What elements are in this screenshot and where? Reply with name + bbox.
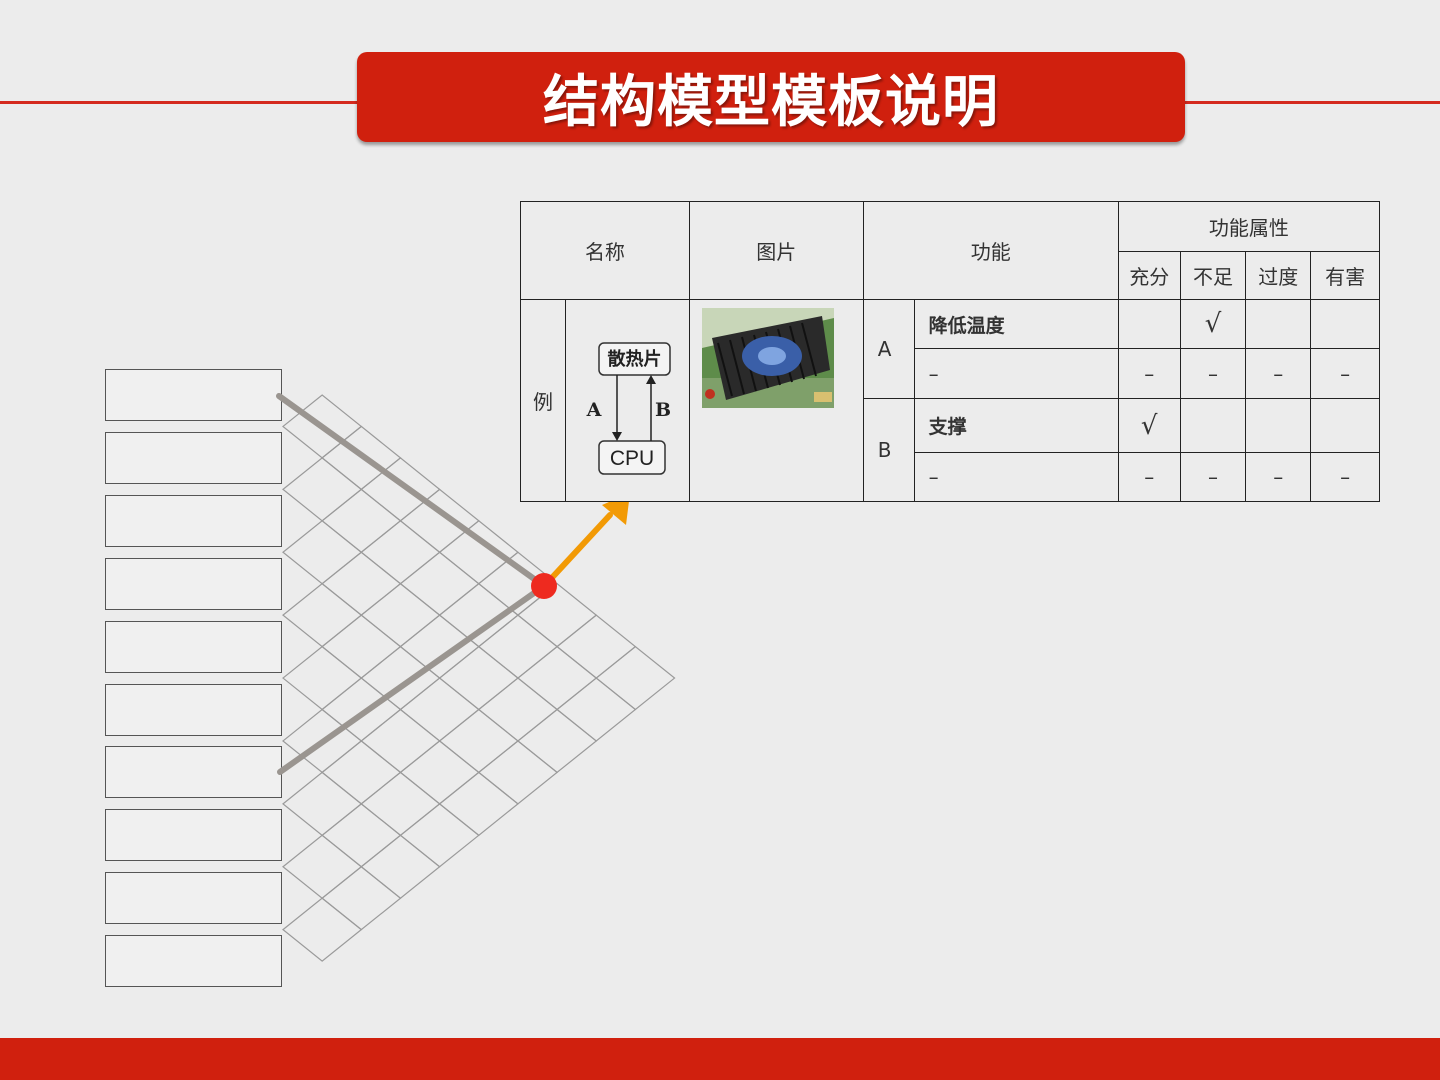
matrix-cell — [556, 677, 637, 742]
example-label: 例 — [520, 299, 566, 502]
header-attr-sufficient: 充分 — [1117, 251, 1181, 300]
matrix-cell — [360, 834, 441, 899]
attr-b2-harmful: – — [1310, 452, 1380, 502]
header-name: 名称 — [520, 201, 690, 300]
function-b2: – — [913, 452, 1119, 502]
attr-a2-harmful: – — [1310, 348, 1380, 399]
matrix-cell — [282, 457, 363, 522]
attr-a1-harmful — [1310, 299, 1380, 349]
attr-b2-sufficient: – — [1117, 452, 1181, 502]
matrix-cell — [321, 740, 402, 805]
matrix-cell — [360, 771, 441, 837]
connector-line-lower — [277, 583, 547, 775]
matrix-cell — [595, 645, 676, 711]
matrix-cell — [360, 582, 441, 648]
matrix-cell — [477, 677, 559, 742]
matrix-cell — [321, 865, 402, 931]
attr-a1-insufficient: √ — [1179, 299, 1247, 349]
matrix-cell — [438, 708, 519, 774]
matrix-cell — [399, 488, 480, 554]
header-function: 功能 — [862, 201, 1119, 300]
matrix-cell — [282, 520, 363, 585]
pointer-arrow-shaft — [545, 512, 613, 585]
arrow-a-label: A — [586, 399, 602, 421]
group-a-label: A — [862, 299, 915, 399]
matrix-cell — [360, 457, 441, 522]
image-cell — [688, 299, 864, 502]
matrix-cell — [477, 740, 559, 805]
matrix-cell — [360, 645, 441, 711]
attr-b1-excessive — [1245, 398, 1312, 453]
cpu-box-label: CPU — [610, 447, 654, 470]
attr-b1-sufficient: √ — [1117, 398, 1181, 453]
header-attr-excessive: 过度 — [1245, 251, 1312, 300]
matrix-cell — [282, 771, 363, 837]
header-attr-harmful: 有害 — [1310, 251, 1380, 300]
attr-a1-excessive — [1245, 299, 1312, 349]
attr-a1-sufficient — [1117, 299, 1181, 349]
matrix-cell — [321, 551, 402, 616]
matrix-cell — [399, 803, 480, 868]
matrix-cell — [282, 582, 363, 648]
matrix-cell — [282, 834, 363, 899]
heatsink-box-label: 散热片 — [607, 348, 661, 370]
arrow-b-label: B — [655, 399, 671, 421]
function-a2: – — [913, 348, 1119, 399]
attr-b1-insufficient — [1179, 398, 1247, 453]
header-image: 图片 — [688, 201, 864, 300]
intersection-node — [531, 573, 557, 599]
matrix-cell — [516, 708, 598, 774]
matrix-cell — [516, 645, 598, 711]
connector-line-upper — [276, 393, 547, 589]
attr-a2-excessive: – — [1245, 348, 1312, 399]
function-a1: 降低温度 — [913, 299, 1119, 349]
matrix-cell — [321, 488, 402, 554]
matrix-cell — [438, 520, 519, 585]
group-b-label: B — [862, 398, 915, 502]
component-diagram: 散热片 CPU A B — [586, 342, 671, 475]
matrix-cell — [399, 614, 480, 679]
function-b1: 支撑 — [913, 398, 1119, 453]
matrix-cell — [360, 708, 441, 774]
footer-bar — [0, 1038, 1440, 1080]
header-attr-insufficient: 不足 — [1179, 251, 1247, 300]
function-attribute-table: 名称 图片 功能 功能属性 充分 不足 过度 有害 例 散热片 CPU A B — [520, 201, 1381, 502]
attr-b1-harmful — [1310, 398, 1380, 453]
relation-matrix — [276, 393, 676, 962]
matrix-cell — [282, 897, 363, 962]
matrix-cell — [321, 803, 402, 868]
matrix-cell — [399, 551, 480, 616]
matrix-cell — [360, 520, 441, 585]
heatsink-photo — [701, 308, 834, 408]
component-diagram-cell: 散热片 CPU A B — [564, 299, 690, 502]
matrix-cell — [399, 677, 480, 742]
attr-a2-sufficient: – — [1117, 348, 1181, 399]
matrix-cell — [399, 740, 480, 805]
attr-a2-insufficient: – — [1179, 348, 1247, 399]
matrix-cell — [282, 645, 363, 711]
matrix-cell — [321, 614, 402, 679]
matrix-cell — [438, 771, 519, 837]
attr-b2-insufficient: – — [1179, 452, 1247, 502]
attr-b2-excessive: – — [1245, 452, 1312, 502]
matrix-cell — [438, 645, 519, 711]
matrix-cell — [556, 614, 637, 679]
header-attributes: 功能属性 — [1117, 201, 1381, 252]
